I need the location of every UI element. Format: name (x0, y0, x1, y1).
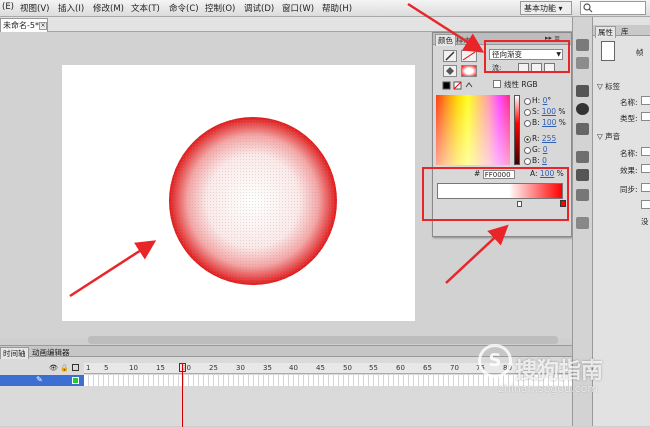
frame-number: 10 (129, 364, 138, 372)
frame-number: 30 (236, 364, 245, 372)
watermark-url: zhinan.sogou.com (498, 382, 599, 395)
arrow-to-fill-type (407, 2, 485, 53)
layer-row-selected[interactable]: ✎ (0, 375, 84, 386)
history-panel-icon[interactable] (576, 217, 589, 229)
frame-number: 5 (104, 364, 109, 372)
label-name-input[interactable] (641, 96, 650, 105)
label-type-label: 类型: (620, 114, 638, 123)
section-label-title: 标签 (605, 82, 621, 91)
frame-number: 25 (209, 364, 218, 372)
bottom-text: 没 (641, 217, 649, 226)
arrow-to-gradient-bar (445, 224, 509, 284)
frame-number: 60 (396, 364, 405, 372)
watermark-text: 搜狗指南 (515, 359, 604, 384)
code-snippets-icon[interactable] (576, 151, 589, 163)
color-panel-icon[interactable] (576, 39, 589, 51)
frame-number: 1 (86, 364, 91, 372)
tab-properties[interactable]: 属性 (595, 26, 616, 38)
align-panel-icon[interactable] (576, 85, 589, 97)
info-panel-icon[interactable] (576, 103, 589, 115)
frame-icon (601, 41, 615, 61)
layer-outline-color[interactable] (72, 377, 79, 384)
tab-timeline[interactable]: 时间轴 (0, 347, 29, 359)
section-label-header[interactable]: ▽ 标签 (597, 81, 620, 92)
frame-number: 55 (369, 364, 378, 372)
playhead-line[interactable] (182, 363, 183, 427)
frame-number: 50 (343, 364, 352, 372)
frame-number: 35 (263, 364, 272, 372)
outline-icon[interactable] (72, 364, 79, 371)
properties-tabs: 属性 库 (593, 25, 650, 38)
motion-presets-icon[interactable] (576, 189, 589, 201)
label-name-label: 名称: (620, 98, 638, 107)
lock-icon[interactable]: 🔒 (60, 364, 69, 372)
frame-number: 45 (316, 364, 325, 372)
sync-select[interactable] (641, 183, 650, 192)
frame-number: 65 (423, 364, 432, 372)
layer-row[interactable]: ✎ (0, 375, 572, 386)
section-sound-title: 声音 (605, 132, 621, 141)
arrow-to-circle (69, 240, 157, 298)
effect-label: 效果: (620, 166, 638, 175)
swatches-panel-icon[interactable] (576, 57, 589, 69)
components-icon[interactable] (576, 169, 589, 181)
eye-icon[interactable]: 👁 (49, 364, 58, 372)
sync-repeat-select[interactable] (641, 200, 650, 209)
frame-number: 70 (450, 364, 459, 372)
frame-number: 40 (289, 364, 298, 372)
frame-label: 帧 (636, 48, 644, 57)
sync-label: 同步: (620, 185, 638, 194)
sound-name-select[interactable] (641, 147, 650, 156)
tab-library[interactable]: 库 (619, 26, 631, 37)
section-sound-header[interactable]: ▽ 声音 (597, 131, 620, 142)
transform-panel-icon[interactable] (576, 123, 589, 135)
frame-number: 15 (156, 364, 165, 372)
sound-name-label: 名称: (620, 149, 638, 158)
effect-select[interactable] (641, 164, 650, 173)
watermark-logo: S (478, 344, 512, 378)
pencil-icon: ✎ (36, 375, 43, 384)
tab-motion-editor[interactable]: 动画编辑器 (30, 347, 72, 358)
label-type-select[interactable] (641, 112, 650, 121)
